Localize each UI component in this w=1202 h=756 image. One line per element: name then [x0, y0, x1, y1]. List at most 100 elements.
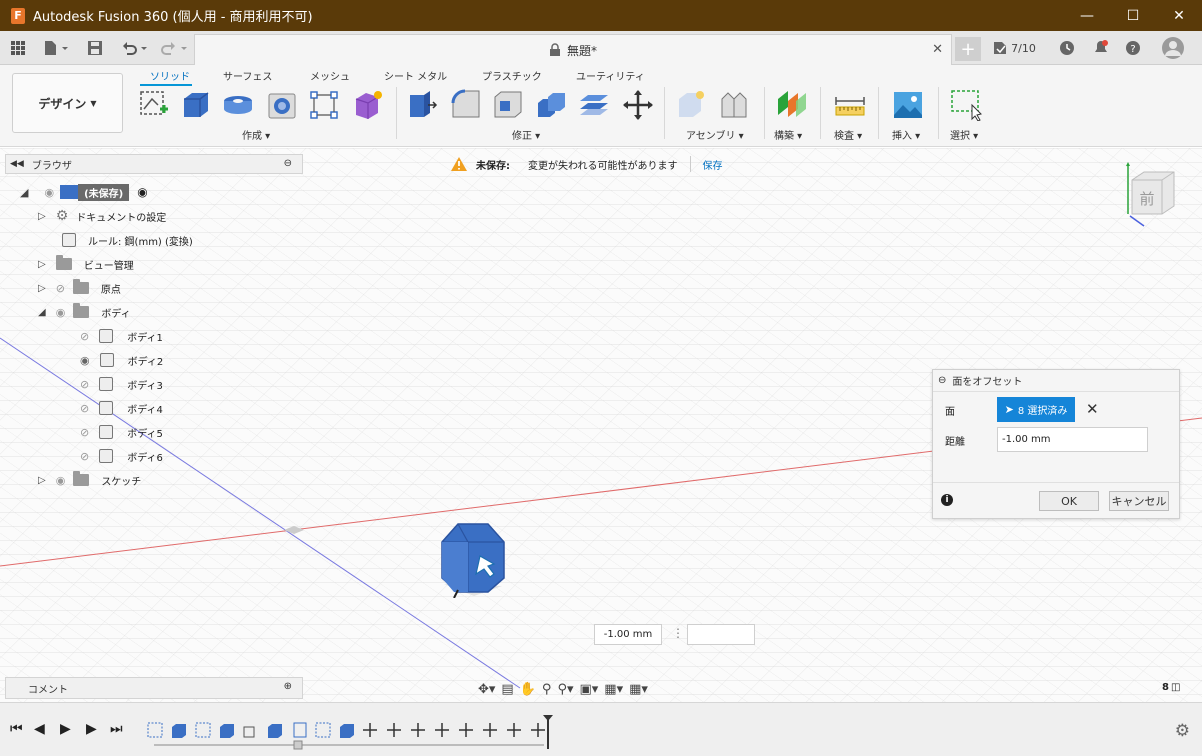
move-copy-icon[interactable]: [622, 89, 654, 121]
distance-manipulator-input[interactable]: -1.00 mm: [594, 624, 662, 645]
ok-button[interactable]: OK: [1039, 491, 1099, 511]
create-group-label[interactable]: 作成 ▾: [242, 127, 270, 142]
hidden-eye-icon[interactable]: ⊘: [80, 378, 89, 391]
insert-image-icon[interactable]: [892, 89, 924, 121]
revolve-icon[interactable]: [222, 89, 254, 121]
select-group-label[interactable]: 選択 ▾: [950, 127, 978, 142]
combine-icon[interactable]: [536, 89, 568, 121]
new-component-icon[interactable]: [676, 89, 708, 121]
visibility-eye-icon[interactable]: ◉: [56, 306, 66, 319]
save-icon[interactable]: [86, 37, 104, 59]
tree-item-body3[interactable]: ⊘ ボディ3: [80, 373, 163, 395]
look-at-icon[interactable]: ▤: [501, 682, 513, 697]
hidden-eye-icon[interactable]: ⊘: [56, 282, 65, 295]
hidden-eye-icon[interactable]: ⊘: [80, 330, 89, 343]
file-menu-icon[interactable]: [40, 37, 72, 59]
collapsed-triangle-icon[interactable]: ▷: [38, 475, 46, 486]
viewports-icon[interactable]: ▦▾: [629, 682, 648, 697]
job-status-button[interactable]: 7/10: [992, 37, 1036, 59]
hidden-eye-icon[interactable]: ⊘: [80, 402, 89, 415]
offset-plane-icon[interactable]: [776, 89, 808, 121]
cancel-button[interactable]: キャンセル: [1109, 491, 1169, 511]
visibility-eye-icon[interactable]: ◉: [80, 354, 90, 367]
new-tab-button[interactable]: +: [955, 37, 981, 61]
tab-surface[interactable]: サーフェス: [223, 68, 272, 83]
joint-icon[interactable]: [718, 89, 750, 121]
modify-group-label[interactable]: 修正 ▾: [512, 127, 540, 142]
secondary-manipulator-input[interactable]: [687, 624, 755, 645]
tab-sheet-metal[interactable]: シート メタル: [384, 68, 447, 83]
selection-count[interactable]: 8 ◫: [1162, 682, 1180, 693]
assembly-group-label[interactable]: アセンブリ ▾: [686, 127, 744, 142]
step-forward-icon[interactable]: ▶: [86, 721, 97, 737]
collapse-dialog-icon[interactable]: ⊖: [938, 375, 946, 386]
user-avatar[interactable]: [1160, 37, 1186, 59]
play-icon[interactable]: ▶: [60, 721, 71, 737]
history-clock-icon[interactable]: [1058, 37, 1076, 59]
info-icon[interactable]: i: [941, 494, 953, 506]
maximize-button[interactable]: ☐: [1110, 0, 1156, 31]
window-select-icon[interactable]: [950, 89, 982, 121]
tab-solid[interactable]: ソリッド: [150, 68, 190, 83]
timeline-settings-gear-icon[interactable]: ⚙: [1175, 721, 1190, 741]
tree-item-body2[interactable]: ◉ ボディ2: [80, 349, 163, 371]
measure-icon[interactable]: [834, 89, 866, 121]
workspace-switcher[interactable]: デザイン ▼: [12, 73, 123, 133]
zoom-icon[interactable]: ⚲: [542, 682, 552, 697]
pattern-icon[interactable]: [308, 89, 340, 121]
document-tab[interactable]: 無題* ✕: [194, 34, 952, 65]
save-link[interactable]: 保存: [703, 157, 723, 172]
timeline-features[interactable]: [144, 713, 564, 753]
collapsed-triangle-icon[interactable]: ▷: [38, 283, 46, 294]
minimize-button[interactable]: —: [1064, 0, 1110, 31]
tree-item-units[interactable]: ルール: 鋼(mm) (変換): [62, 229, 193, 251]
tab-utilities[interactable]: ユーティリティ: [576, 68, 645, 83]
tree-item-bodies[interactable]: ◢ ◉ ボディ: [38, 301, 131, 323]
insert-group-label[interactable]: 挿入 ▾: [892, 127, 920, 142]
tab-plastic[interactable]: プラスチック: [482, 68, 542, 83]
tree-item-body6[interactable]: ⊘ ボディ6: [80, 445, 163, 467]
pan-hand-icon[interactable]: ✋: [520, 682, 536, 697]
construct-group-label[interactable]: 構築 ▾: [774, 127, 802, 142]
tree-item-body5[interactable]: ⊘ ボディ5: [80, 421, 163, 443]
tree-item-origin[interactable]: ▷ ⊘ 原点: [38, 277, 121, 299]
orbit-icon[interactable]: ✥▾: [478, 682, 495, 697]
extrude-icon[interactable]: [180, 89, 212, 121]
tree-item-named-views[interactable]: ▷ ビュー管理: [38, 253, 134, 275]
go-to-end-icon[interactable]: ⏭: [110, 721, 123, 737]
shell-icon[interactable]: [492, 89, 524, 121]
undo-icon[interactable]: [118, 37, 150, 59]
visibility-eye-icon[interactable]: ◉: [44, 186, 54, 199]
display-settings-icon[interactable]: ▣▾: [579, 682, 598, 697]
hidden-eye-icon[interactable]: ⊘: [80, 450, 89, 463]
expanded-triangle-icon[interactable]: ◢: [38, 307, 46, 318]
tree-item-doc-settings[interactable]: ▷ ⚙ ドキュメントの設定: [38, 205, 166, 227]
fillet-icon[interactable]: [450, 89, 482, 121]
collapsed-triangle-icon[interactable]: ▷: [38, 259, 46, 270]
notifications-bell-icon[interactable]: [1092, 37, 1110, 59]
close-window-button[interactable]: ✕: [1156, 0, 1202, 31]
create-form-icon[interactable]: [352, 89, 384, 121]
selected-body[interactable]: [438, 522, 510, 598]
help-icon[interactable]: ?: [1124, 37, 1142, 59]
collapsed-triangle-icon[interactable]: ▷: [38, 211, 46, 222]
clear-selection-icon[interactable]: ✕: [1086, 400, 1099, 418]
fit-zoom-icon[interactable]: ⚲▾: [557, 682, 573, 697]
inspect-group-label[interactable]: 検査 ▾: [834, 127, 862, 142]
close-tab-icon[interactable]: ✕: [932, 42, 943, 57]
tree-item-body4[interactable]: ⊘ ボディ4: [80, 397, 163, 419]
go-to-start-icon[interactable]: ⏮: [10, 721, 23, 737]
tree-item-sketches[interactable]: ▷ ◉ スケッチ: [38, 469, 141, 491]
tree-item-body1[interactable]: ⊘ ボディ1: [80, 325, 163, 347]
visibility-eye-icon[interactable]: ◉: [56, 474, 66, 487]
face-selection-button[interactable]: ➤ 8 選択済み: [997, 397, 1075, 422]
add-comment-icon[interactable]: ⊕: [284, 681, 292, 692]
activate-radio-icon[interactable]: ◉: [137, 185, 147, 199]
data-panel-grid-icon[interactable]: [8, 37, 28, 59]
tree-root[interactable]: ◢ ◉ (未保存) ◉: [20, 181, 148, 203]
create-sketch-icon[interactable]: [138, 89, 170, 121]
press-pull-icon[interactable]: [406, 89, 438, 121]
redo-icon[interactable]: [158, 37, 190, 59]
hole-icon[interactable]: [266, 89, 298, 121]
tab-mesh[interactable]: メッシュ: [310, 68, 350, 83]
